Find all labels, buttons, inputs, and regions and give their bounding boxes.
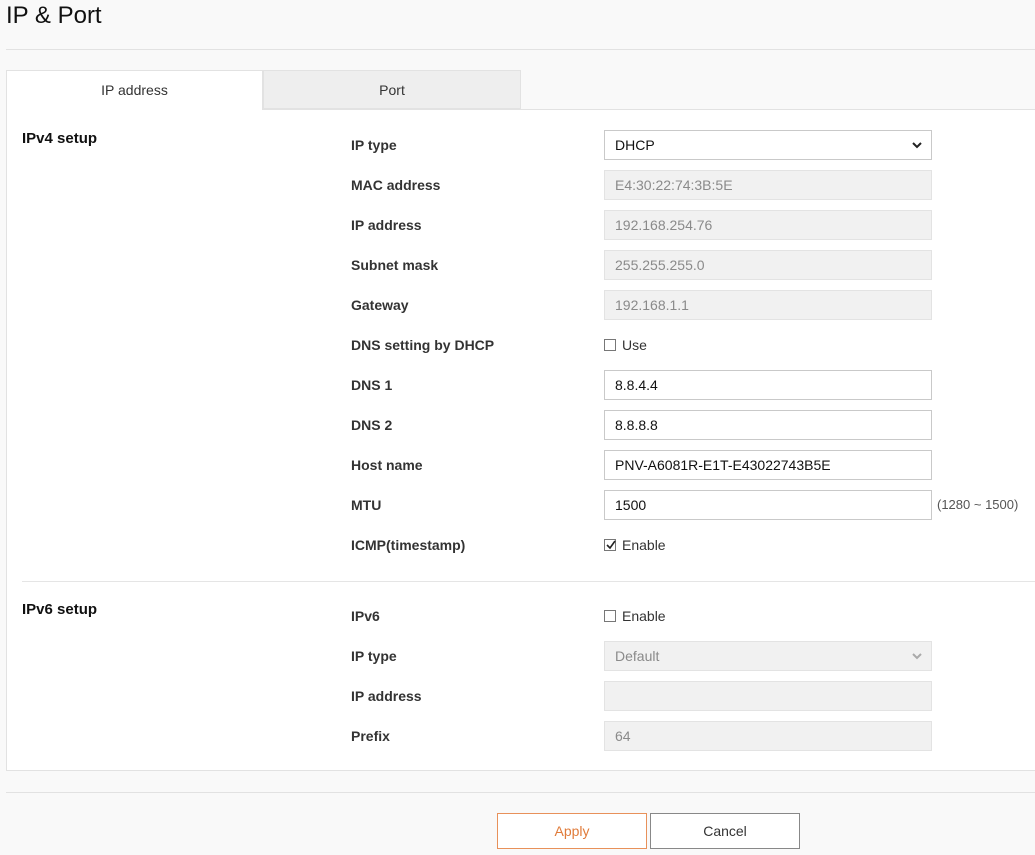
tab-port[interactable]: Port xyxy=(263,70,521,109)
ipv6-address-label: IP address xyxy=(351,688,422,704)
ip-settings-panel: IPv4 setup IP type DHCP MAC address E4:3… xyxy=(6,109,1035,771)
page-title: IP & Port xyxy=(6,2,102,29)
section-divider xyxy=(22,581,1035,582)
dns-dhcp-checkbox[interactable]: Use xyxy=(604,330,647,360)
ipv4-address-row: IP address 192.168.254.76 xyxy=(7,210,1035,240)
ipv6-ip-type-value: Default xyxy=(615,648,660,664)
ipv4-address-label: IP address xyxy=(351,217,422,233)
icmp-label: ICMP(timestamp) xyxy=(351,537,466,553)
gateway-field: 192.168.1.1 xyxy=(604,290,932,320)
checkbox-unchecked-icon xyxy=(604,610,616,622)
ipv6-label: IPv6 xyxy=(351,608,380,624)
icmp-option-label: Enable xyxy=(622,537,666,553)
prefix-field: 64 xyxy=(604,721,932,751)
dns-dhcp-label: DNS setting by DHCP xyxy=(351,337,495,353)
host-name-row: Host name PNV-A6081R-E1T-E43022743B5E xyxy=(7,450,1035,480)
mac-address-row: MAC address E4:30:22:74:3B:5E xyxy=(7,170,1035,200)
checkbox-unchecked-icon xyxy=(604,339,616,351)
mtu-range-hint: (1280 ~ 1500) xyxy=(937,497,1019,512)
ipv4-address-field: 192.168.254.76 xyxy=(604,210,932,240)
ipv6-address-row: IP address xyxy=(7,681,1035,711)
mtu-input[interactable]: 1500 xyxy=(604,490,932,520)
ipv6-option-label: Enable xyxy=(622,608,666,624)
dns1-input[interactable]: 8.8.4.4 xyxy=(604,370,932,400)
ipv6-ip-type-row: IP type Default xyxy=(7,641,1035,671)
mtu-label: MTU xyxy=(351,497,382,513)
gateway-label: Gateway xyxy=(351,297,409,313)
dns2-row: DNS 2 8.8.8.8 xyxy=(7,410,1035,440)
host-name-input[interactable]: PNV-A6081R-E1T-E43022743B5E xyxy=(604,450,932,480)
mtu-row: MTU 1500 (1280 ~ 1500) xyxy=(7,490,1035,520)
tab-bar: IP address Port xyxy=(6,70,521,110)
ipv6-enable-checkbox[interactable]: Enable xyxy=(604,601,666,631)
cancel-button[interactable]: Cancel xyxy=(650,813,800,849)
title-divider xyxy=(6,49,1035,50)
chevron-down-icon xyxy=(912,142,922,149)
checkbox-checked-icon xyxy=(604,539,616,551)
icmp-row: ICMP(timestamp) Enable xyxy=(7,530,1035,560)
icmp-enable-checkbox[interactable]: Enable xyxy=(604,530,666,560)
host-name-label: Host name xyxy=(351,457,423,473)
footer-divider xyxy=(6,792,1035,793)
ipv6-ip-type-label: IP type xyxy=(351,648,397,664)
chevron-down-icon xyxy=(912,653,922,660)
ipv4-ip-type-label: IP type xyxy=(351,137,397,153)
subnet-mask-row: Subnet mask 255.255.255.0 xyxy=(7,250,1035,280)
ipv6-address-field xyxy=(604,681,932,711)
subnet-mask-field: 255.255.255.0 xyxy=(604,250,932,280)
dns-dhcp-option-label: Use xyxy=(622,337,647,353)
dns1-row: DNS 1 8.8.4.4 xyxy=(7,370,1035,400)
dns1-label: DNS 1 xyxy=(351,377,393,393)
prefix-row: Prefix 64 xyxy=(7,721,1035,751)
mac-address-label: MAC address xyxy=(351,177,441,193)
ipv4-ip-type-value: DHCP xyxy=(615,137,655,153)
dns2-label: DNS 2 xyxy=(351,417,393,433)
dns-dhcp-row: DNS setting by DHCP Use xyxy=(7,330,1035,360)
gateway-row: Gateway 192.168.1.1 xyxy=(7,290,1035,320)
ipv6-enable-row: IPv6 Enable xyxy=(7,601,1035,631)
prefix-label: Prefix xyxy=(351,728,390,744)
ipv4-ip-type-row: IP type DHCP xyxy=(7,130,1035,160)
ipv6-ip-type-select: Default xyxy=(604,641,932,671)
dns2-input[interactable]: 8.8.8.8 xyxy=(604,410,932,440)
apply-button[interactable]: Apply xyxy=(497,813,647,849)
subnet-mask-label: Subnet mask xyxy=(351,257,439,273)
ipv4-ip-type-select[interactable]: DHCP xyxy=(604,130,932,160)
tab-ip-address[interactable]: IP address xyxy=(6,70,263,110)
mac-address-field: E4:30:22:74:3B:5E xyxy=(604,170,932,200)
